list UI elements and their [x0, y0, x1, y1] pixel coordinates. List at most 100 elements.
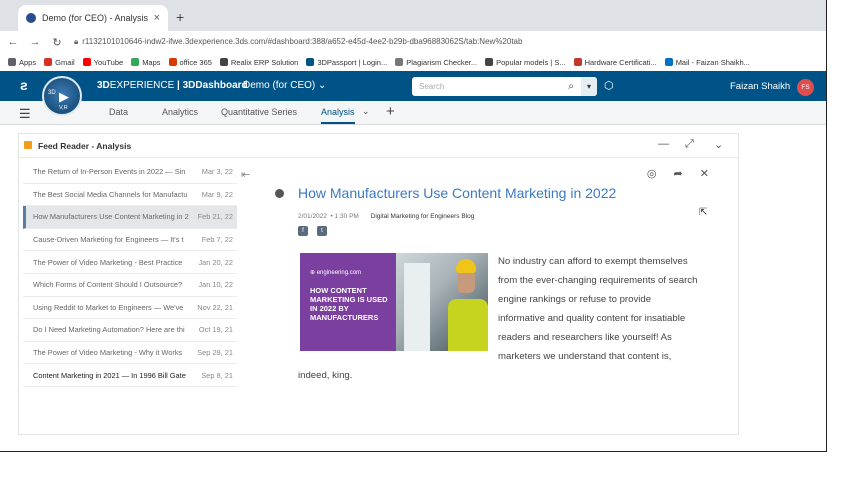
bookmark-item[interactable]: office 365	[168, 58, 212, 67]
bookmark-item[interactable]: Plagiarism Checker...	[395, 58, 477, 67]
tab-data[interactable]: Data	[109, 107, 128, 117]
article-date: 2/01/2022	[298, 213, 327, 220]
article-time: 1:30 PM	[334, 213, 359, 220]
bookmark-icon	[44, 58, 53, 66]
search-input[interactable]: Search	[412, 82, 561, 91]
feed-item-title: Cause-Driven Marketing for Engineers — I…	[33, 235, 184, 245]
feed-item[interactable]: Content Marketing in 2021 — In 1996 Bill…	[23, 364, 237, 387]
article-panel: ◎ ➦ ✕ How Manufacturers Use Content Mark…	[269, 162, 729, 432]
rss-icon	[24, 141, 32, 149]
bookmark-item[interactable]: Realix ERP Solution	[219, 58, 298, 67]
bookmark-label: Mail - Faizan Shaikh...	[675, 57, 750, 67]
bookmark-icon	[219, 58, 228, 66]
tab-favicon-icon	[26, 13, 36, 23]
user-name[interactable]: Faizan Shaikh	[730, 81, 790, 92]
facebook-icon[interactable]: f	[298, 226, 308, 236]
feed-list: The Return of In-Person Events in 2022 —…	[23, 161, 237, 387]
feed-item[interactable]: The Power of Video Marketing - Best Prac…	[23, 251, 237, 274]
dashboard-title-dropdown[interactable]: Demo (for CEO) ⌄	[243, 80, 326, 91]
bookmark-item[interactable]: Apps	[8, 58, 36, 67]
feed-item[interactable]: Using Reddit to Market to Engineers — We…	[23, 297, 237, 320]
compass-button[interactable]: 3D ▶ V,R	[42, 76, 82, 116]
article-meta: 2/01/2022 • 1:30 PM Digital Marketing fo…	[298, 213, 475, 220]
feed-item[interactable]: The Power of Video Marketing - Why it Wo…	[23, 342, 237, 365]
bookmark-item[interactable]: Gmail	[44, 58, 75, 67]
address-row: ← → ↻ 🔒︎ r1132101010646-indw2-ifwe.3dexpe…	[0, 31, 826, 53]
engineer-photo	[396, 253, 488, 351]
feed-item[interactable]: Cause-Driven Marketing for Engineers — I…	[23, 229, 237, 252]
image-site-label: ⊕ engineering.com	[310, 270, 362, 276]
bookmark-icon	[485, 58, 494, 66]
new-tab-button[interactable]: +	[176, 9, 184, 25]
twitter-icon[interactable]: t	[317, 226, 327, 236]
article-image: ⊕ engineering.com HOW CONTENT MARKETING …	[300, 253, 488, 351]
feed-item[interactable]: The Best Social Media Channels for Manuf…	[23, 184, 237, 207]
feed-item[interactable]: How Manufacturers Use Content Marketing …	[23, 206, 237, 229]
lock-icon: 🔒︎	[74, 37, 79, 46]
tab-quantitative-series[interactable]: Quantitative Series	[221, 107, 297, 117]
collapse-list-icon[interactable]: ⇤	[241, 168, 250, 181]
bookmark-item[interactable]: YouTube	[82, 57, 124, 67]
chevron-down-icon[interactable]: ⌄	[714, 138, 723, 151]
feed-item-date: Jan 20, 22	[198, 257, 233, 267]
feed-item[interactable]: Do I Need Marketing Automation? Here are…	[23, 319, 237, 342]
feed-item-date: Mar 9, 22	[201, 189, 233, 199]
feed-item-title: Do I Need Marketing Automation? Here are…	[33, 325, 185, 335]
feed-item[interactable]: Which Forms of Content Should I Outsourc…	[23, 274, 237, 297]
browser-tab-bar: Demo (for CEO) - Analysis × +	[0, 0, 826, 31]
bookmark-item[interactable]: Popular models | S...	[485, 57, 566, 67]
app-top-bar: ƨ 3D ▶ V,R 3DEXPERIENCE | 3DDashboard De…	[0, 71, 826, 116]
hamburger-menu-icon[interactable]: ☰	[19, 106, 31, 122]
tab-title: Demo (for CEO) - Analysis	[42, 13, 149, 23]
forward-arrow-icon[interactable]: →	[26, 36, 44, 48]
tab-analysis[interactable]: Analysis	[321, 107, 355, 124]
feed-item-date: Sep 8, 21	[201, 370, 233, 380]
bookmark-item[interactable]: Mail - Faizan Shaikh...	[664, 57, 750, 67]
feed-item-date: Feb 21, 22	[197, 212, 233, 222]
article-title[interactable]: How Manufacturers Use Content Marketing …	[298, 185, 616, 201]
article-source[interactable]: Digital Marketing for Engineers Blog	[371, 213, 475, 220]
widget-title: Feed Reader - Analysis	[38, 141, 132, 151]
brand-suffix: EXPERIENCE	[109, 80, 175, 91]
feed-item-date: Mar 3, 22	[201, 167, 233, 177]
search-box[interactable]: Search ⌕ ▾	[412, 77, 597, 96]
feed-item-title: The Best Social Media Channels for Manuf…	[33, 189, 188, 199]
add-tab-icon[interactable]: +	[386, 103, 395, 120]
search-dropdown-icon[interactable]: ▾	[581, 77, 597, 96]
photo-helmet	[456, 259, 476, 273]
bookmark-icon	[168, 58, 177, 66]
bookmark-icon	[8, 58, 16, 66]
tag-icon[interactable]: ⬡	[604, 79, 614, 92]
avatar[interactable]: FS	[797, 79, 814, 96]
share-icon[interactable]: ➦	[674, 168, 683, 180]
fullscreen-icon[interactable]: ⤢	[685, 138, 694, 151]
search-icon[interactable]: ⌕	[561, 81, 581, 92]
bookmark-item[interactable]: Maps	[131, 58, 161, 67]
address-bar[interactable]: 🔒︎ r1132101010646-indw2-ifwe.3dexperience…	[74, 37, 674, 47]
back-arrow-icon[interactable]: ←	[4, 36, 22, 48]
feed-item-title: Which Forms of Content Should I Outsourc…	[33, 280, 183, 290]
feed-item[interactable]: The Return of In-Person Events in 2022 —…	[23, 161, 237, 184]
article-toolbar: ◎ ➦ ✕	[633, 167, 709, 180]
close-icon[interactable]: ✕	[700, 168, 709, 180]
mark-read-icon[interactable]: ◎	[647, 168, 657, 180]
bookmark-label: Popular models | S...	[496, 57, 566, 67]
compass-3d-label: 3D	[48, 90, 56, 96]
url-text: r1132101010646-indw2-ifwe.3dexperience.3…	[82, 37, 523, 46]
tab-analytics[interactable]: Analytics	[162, 107, 198, 117]
tab-chevron-down-icon[interactable]: ⌄	[362, 106, 370, 117]
bookmark-item[interactable]: Hardware Certificati...	[573, 58, 657, 67]
3ds-logo-icon: ƨ	[20, 77, 28, 93]
compass-vr-label: V,R	[59, 105, 68, 111]
photo-equipment	[404, 263, 430, 351]
bookmarks-bar: Apps Gmail YouTube Maps office 365 Realix ERP…	[0, 53, 826, 71]
tab-close-icon[interactable]: ×	[154, 12, 160, 24]
feed-item-date: Sep 28, 21	[197, 348, 233, 358]
minimize-icon[interactable]: —	[658, 138, 669, 150]
mouse-cursor-icon: ⇱	[699, 207, 708, 218]
bookmark-item[interactable]: 3DPassport | Login...	[306, 58, 387, 67]
reload-icon[interactable]: ↻	[48, 36, 66, 49]
brand-prefix: 3D	[97, 80, 110, 91]
bookmark-label: YouTube	[93, 57, 124, 67]
browser-tab[interactable]: Demo (for CEO) - Analysis ×	[18, 5, 168, 31]
